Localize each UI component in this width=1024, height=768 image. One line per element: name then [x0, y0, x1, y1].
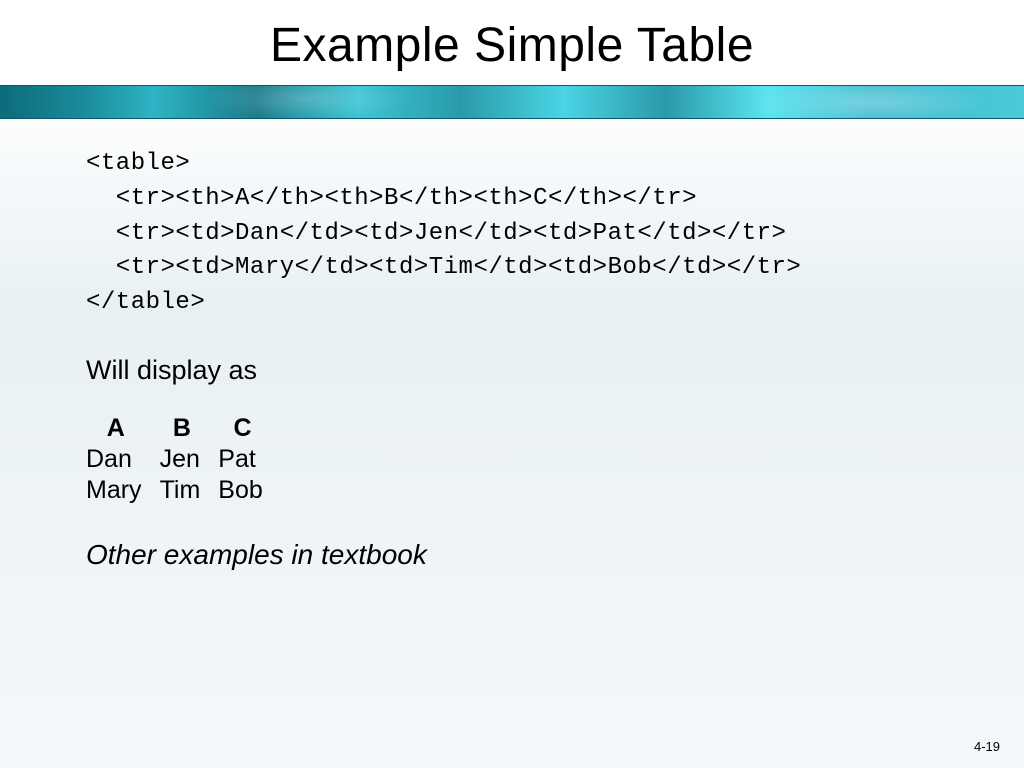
other-examples-label: Other examples in textbook [86, 539, 938, 571]
table-cell: Mary [86, 476, 160, 507]
table-cell: Dan [86, 445, 160, 476]
table-header-row: A B C [86, 414, 281, 445]
rendered-table: A B C Dan Jen Pat Mary Tim Bob [86, 414, 281, 507]
code-line: </table> [86, 289, 205, 316]
table-cell: Tim [160, 476, 219, 507]
slide-content: <table> <tr><th>A</th><th>B</th><th>C</t… [0, 119, 1024, 571]
code-example: <table> <tr><th>A</th><th>B</th><th>C</t… [86, 147, 938, 321]
decorative-divider [0, 85, 1024, 119]
code-line: <table> [86, 150, 190, 177]
table-row: Mary Tim Bob [86, 476, 281, 507]
code-line: <tr><td>Mary</td><td>Tim</td><td>Bob</td… [86, 254, 801, 281]
slide-title: Example Simple Table [0, 0, 1024, 85]
will-display-label: Will display as [86, 355, 938, 386]
table-header-cell: C [218, 414, 280, 445]
code-line: <tr><th>A</th><th>B</th><th>C</th></tr> [86, 185, 697, 212]
page-number: 4-19 [974, 739, 1000, 754]
table-cell: Pat [218, 445, 280, 476]
table-cell: Bob [218, 476, 280, 507]
table-header-cell: B [160, 414, 219, 445]
table-row: Dan Jen Pat [86, 445, 281, 476]
table-cell: Jen [160, 445, 219, 476]
table-header-cell: A [86, 414, 160, 445]
code-line: <tr><td>Dan</td><td>Jen</td><td>Pat</td>… [86, 220, 786, 247]
